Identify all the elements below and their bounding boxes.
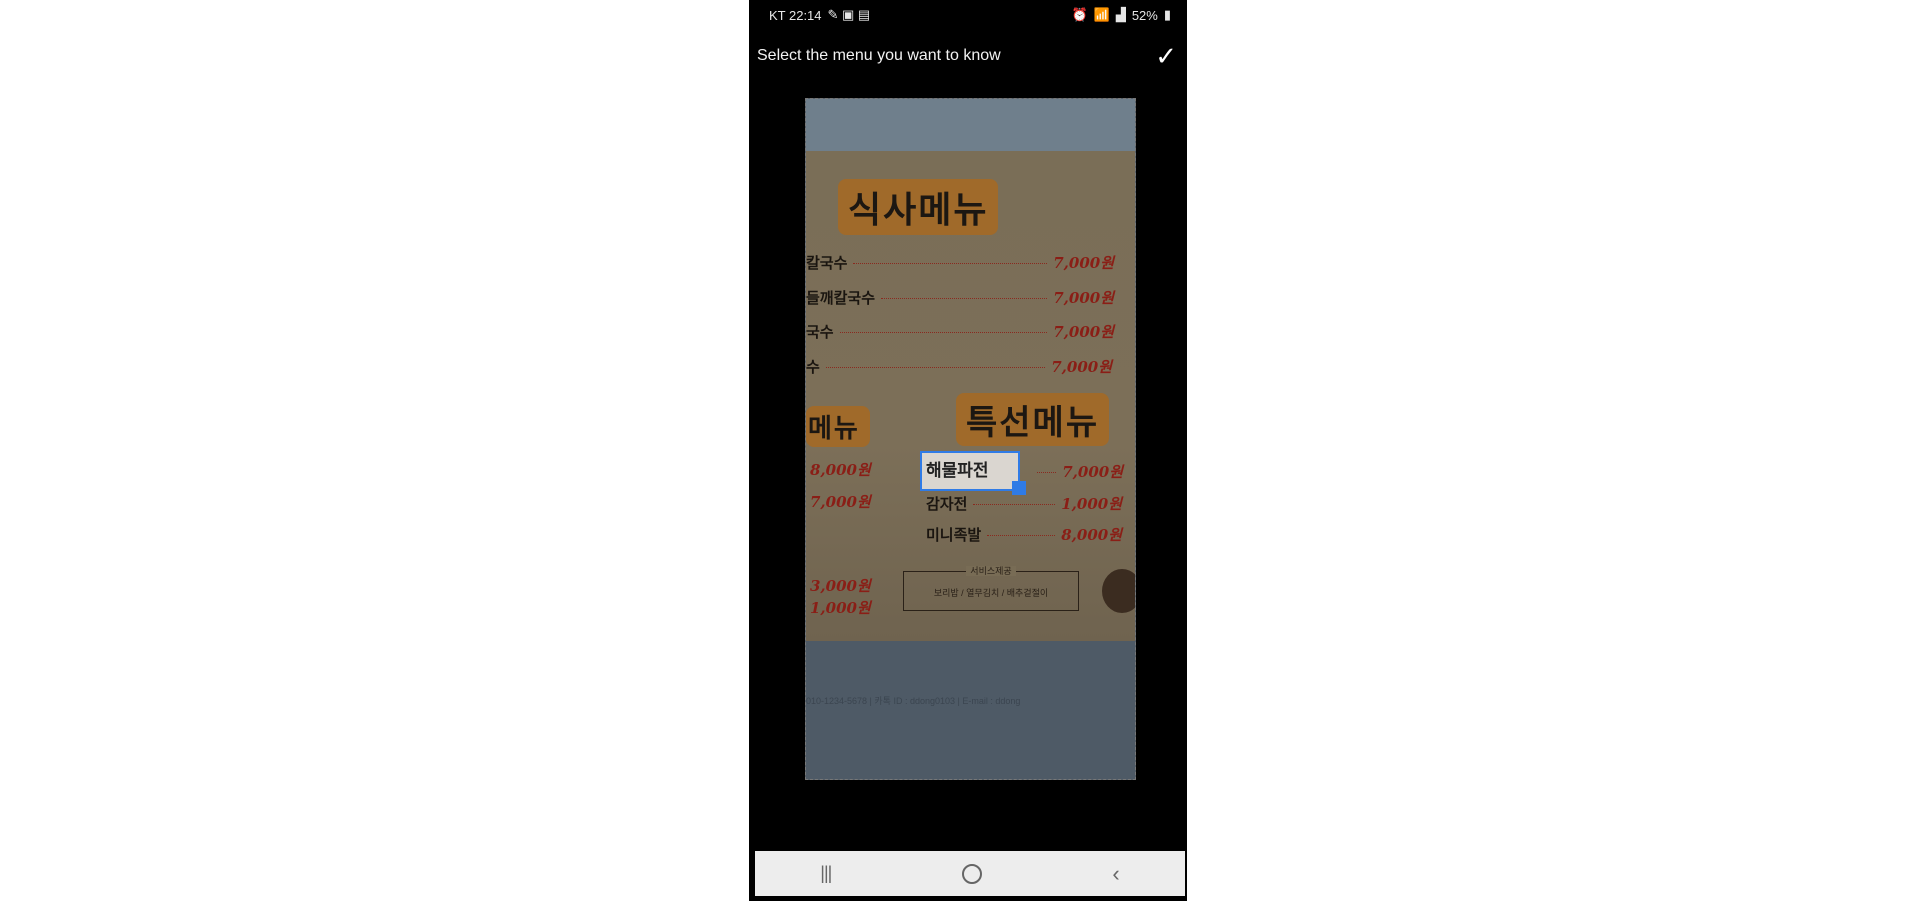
menu-row: 국수 7,000원	[806, 321, 1114, 342]
menu-item-price: 1,000원	[1061, 495, 1122, 513]
menu-row: 미니족발 8,000원	[926, 524, 1122, 545]
carrier-time: KT 22:14	[769, 7, 822, 23]
menu-row: 7,000원	[810, 491, 871, 512]
recents-icon[interactable]: |||	[820, 863, 832, 884]
menu-item-price: 7,000원	[1053, 323, 1114, 341]
menu-item-price: 8,000원	[810, 461, 871, 479]
system-nav-bar: ||| ‹	[755, 851, 1185, 896]
wifi-icon: 📶	[1093, 7, 1110, 22]
menu-row: 칼국수 7,000원	[806, 252, 1114, 273]
confirm-check-icon[interactable]: ✓	[1155, 43, 1177, 69]
page-title: Select the menu you want to know	[757, 47, 1001, 64]
menu-row: 7,000원	[1031, 461, 1123, 482]
menu-row: 수 7,000원	[806, 356, 1112, 377]
menu-item-name: 수	[806, 359, 820, 376]
battery-icon: ▮	[1163, 7, 1171, 22]
menu-item-name: 칼국수	[806, 255, 848, 272]
food-photo	[1102, 569, 1135, 613]
menu-item-price: 8,000원	[1061, 526, 1122, 544]
wall-top	[806, 99, 1135, 151]
battery-percent: 52%	[1131, 7, 1158, 23]
menu-item-name: 국수	[806, 324, 834, 341]
service-title: 서비스제공	[966, 566, 1016, 576]
heading-special-menu: 특선메뉴	[956, 393, 1110, 446]
menu-board: 식사메뉴 칼국수 7,000원 들깨칼국수 7,000원 국수 7,000원 수…	[806, 151, 1135, 641]
back-icon[interactable]: ‹	[1112, 861, 1119, 887]
sign-footer: 010-1234-5678 | 카톡 ID : ddong0103 | E-ma…	[806, 696, 1021, 706]
wall-bottom	[806, 641, 1135, 779]
notification-icons: ✎ ▣ ▤	[827, 7, 871, 22]
menu-row: 감자전 1,000원	[926, 493, 1122, 514]
heading-meal-menu: 식사메뉴	[838, 179, 999, 235]
menu-item-name: 감자전	[926, 496, 968, 513]
menu-item-price: 7,000원	[1053, 289, 1114, 307]
service-box: 서비스제공 보리밥 / 열무김치 / 배추겉절이	[903, 566, 1079, 611]
menu-row: 3,000원	[810, 575, 871, 596]
heading-left-menu: 메뉴	[806, 406, 870, 447]
resize-handle[interactable]	[1012, 481, 1026, 495]
menu-item-price: 7,000원	[1051, 358, 1112, 376]
signal-icon: ▟	[1115, 7, 1126, 22]
selected-text: 해물파전	[926, 461, 989, 480]
app-bar: Select the menu you want to know ✓	[749, 34, 1187, 78]
home-icon[interactable]	[961, 863, 982, 884]
menu-item-price: 1,000원	[810, 599, 871, 617]
menu-row: 들깨칼국수 7,000원	[806, 287, 1114, 308]
ocr-selection-box[interactable]: 해물파전	[920, 451, 1026, 495]
status-bar: KT 22:14 ✎ ▣ ▤ ⏰ 📶 ▟ 52% ▮	[749, 0, 1187, 30]
service-text: 보리밥 / 열무김치 / 배추겉절이	[933, 588, 1049, 598]
menu-item-price: 7,000원	[1053, 254, 1114, 272]
menu-item-name: 미니족발	[926, 527, 982, 544]
menu-row: 1,000원	[810, 597, 871, 618]
menu-photo: 식사메뉴 칼국수 7,000원 들깨칼국수 7,000원 국수 7,000원 수…	[805, 98, 1136, 780]
menu-item-name: 들깨칼국수	[806, 290, 876, 307]
menu-item-price: 7,000원	[1062, 463, 1123, 481]
menu-item-price: 7,000원	[810, 493, 871, 511]
menu-row: 8,000원	[810, 459, 871, 480]
menu-item-price: 3,000원	[810, 577, 871, 595]
alarm-icon: ⏰	[1071, 7, 1088, 22]
